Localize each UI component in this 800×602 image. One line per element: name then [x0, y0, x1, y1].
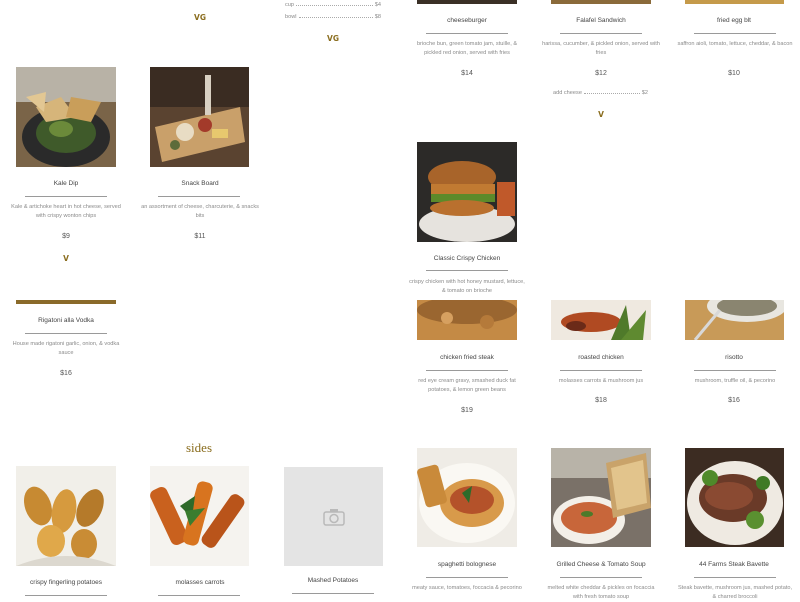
kale-dip-photo[interactable]	[16, 67, 116, 167]
item-description: Kale & artichoke heart in hot cheese, se…	[11, 204, 121, 219]
cheeseburger-photo[interactable]	[417, 0, 517, 4]
spaghetti-photo[interactable]	[417, 448, 517, 547]
option-label: cup	[285, 2, 295, 8]
vegan-badge: VG	[194, 13, 206, 22]
item-name[interactable]: 44 Farms Steak Bavette	[674, 561, 794, 568]
divider	[426, 577, 508, 578]
vegetarian-badge: V	[598, 110, 604, 119]
item-price: $16	[728, 397, 740, 404]
item-description: an assortment of cheese, charcuterie, & …	[141, 204, 259, 219]
item-name[interactable]: crispy fingerling potatoes	[6, 579, 126, 586]
item-price: $18	[595, 397, 607, 404]
soup-option-bowl: bowl $8	[285, 14, 381, 20]
item-description: saffron aioli, tomato, lettuce, cheddar,…	[677, 41, 793, 47]
item-price: $12	[595, 70, 607, 77]
item-name[interactable]: Snack Board	[140, 180, 260, 187]
molasses-carrots-photo[interactable]	[150, 466, 249, 566]
crispy-chicken-photo[interactable]	[417, 142, 517, 242]
item-description: brioche bun, green tomato jam, stuille, …	[416, 41, 518, 56]
option-price: $8	[374, 14, 381, 20]
item-description: molasses carrots & mushroom jus	[558, 378, 644, 384]
item-description: harissa, cucumber, & pickled onion, serv…	[542, 41, 660, 56]
item-name[interactable]: Classic Crispy Chicken	[407, 255, 527, 262]
item-name[interactable]: Rigatoni alla Vodka	[6, 317, 126, 324]
item-price: $19	[461, 407, 473, 414]
addon-label: add cheese	[553, 90, 582, 96]
addon-option: add cheese $2	[553, 90, 648, 96]
divider	[158, 595, 240, 596]
item-name[interactable]: risotto	[674, 354, 794, 361]
item-price: $16	[60, 370, 72, 377]
camera-icon	[322, 508, 345, 526]
option-label: bowl	[285, 14, 297, 20]
item-description: crispy chicken with hot honey mustard, l…	[409, 279, 525, 294]
divider	[694, 33, 776, 34]
item-name[interactable]: Falafel Sandwich	[541, 17, 661, 24]
item-name[interactable]: chicken fried steak	[407, 354, 527, 361]
item-price: $10	[728, 70, 740, 77]
snack-board-photo[interactable]	[150, 67, 249, 167]
item-description: Steak bavette, mushroom jus, mashed pota…	[677, 585, 793, 600]
rigatoni-photo[interactable]	[16, 300, 116, 304]
divider	[292, 593, 374, 594]
roasted-chicken-photo[interactable]	[551, 300, 651, 340]
fingerling-potatoes-photo[interactable]	[16, 466, 116, 566]
item-name[interactable]: fried egg blt	[674, 17, 794, 24]
divider	[426, 33, 508, 34]
divider	[25, 333, 107, 334]
divider	[694, 577, 776, 578]
vegetarian-badge: VG	[327, 34, 339, 43]
item-description: red eye cream gravy, smashed duck fat po…	[418, 378, 516, 393]
vegetarian-badge: V	[63, 254, 69, 263]
divider	[158, 196, 240, 197]
divider	[426, 270, 508, 271]
divider	[694, 370, 776, 371]
chicken-fried-steak-photo[interactable]	[417, 300, 517, 340]
item-price: $14	[461, 70, 473, 77]
item-price: $11	[194, 233, 206, 240]
item-price: $9	[62, 233, 70, 240]
steak-bavette-photo[interactable]	[685, 448, 784, 547]
divider	[426, 370, 508, 371]
item-description: House made rigatoni garlic, onion, & vod…	[12, 341, 120, 356]
item-name[interactable]: Grilled Cheese & Tomato Soup	[541, 561, 661, 568]
mashed-potatoes-photo-placeholder[interactable]	[284, 467, 383, 566]
addon-price: $2	[641, 90, 648, 96]
falafel-photo[interactable]	[551, 0, 651, 4]
divider	[560, 577, 642, 578]
item-description: mushroom, truffle oil, & pecorino	[694, 378, 776, 384]
risotto-photo[interactable]	[685, 300, 784, 340]
option-price: $4	[374, 2, 381, 8]
divider	[560, 33, 642, 34]
egg-blt-photo[interactable]	[685, 0, 784, 4]
item-name[interactable]: spaghetti bolognese	[407, 561, 527, 568]
item-name[interactable]: roasted chicken	[541, 354, 661, 361]
item-description: meaty sauce, tomatoes, foccacia & pecori…	[412, 585, 522, 591]
item-name[interactable]: cheeseburger	[407, 17, 527, 24]
divider	[560, 370, 642, 371]
item-name[interactable]: Kale Dip	[6, 180, 126, 187]
item-description: melted white cheddar & pickles on focacc…	[547, 585, 655, 600]
divider	[25, 196, 107, 197]
item-name[interactable]: molasses carrots	[140, 579, 260, 586]
divider	[25, 595, 107, 596]
grilled-cheese-photo[interactable]	[551, 448, 651, 547]
soup-option-cup: cup $4	[285, 2, 381, 8]
item-name[interactable]: Mashed Potatoes	[273, 577, 393, 584]
section-title-sides: sides	[186, 440, 212, 455]
